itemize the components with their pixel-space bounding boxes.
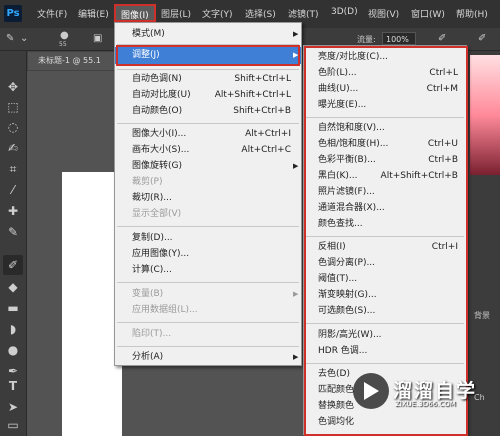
menu-help[interactable]: 帮助(H)	[456, 7, 488, 20]
watermark-url: ZIXUE.3D66.COM	[395, 400, 456, 408]
menu-item-mode[interactable]: 模式(M) ▶	[115, 26, 301, 42]
menu-item-label: 应用数据组(L)...	[132, 305, 198, 315]
menu-item-label: 复制(D)...	[132, 233, 173, 243]
menu-view[interactable]: 视图(V)	[368, 7, 399, 20]
menu-item-label: 图像旋转(G)	[132, 161, 182, 171]
brush-tool-icon[interactable]: ✎	[3, 222, 23, 242]
menu-item-label: 计算(C)...	[132, 265, 172, 275]
menu-item-trim[interactable]: 裁切(R)...	[115, 190, 301, 206]
history-brush-tool-icon[interactable]: ✐	[3, 255, 23, 275]
menu-item-auto-contrast[interactable]: 自动对比度(U) Alt+Shift+Ctrl+L	[115, 87, 301, 103]
menu-separator	[117, 123, 299, 124]
gradient-tool-icon[interactable]: ▬	[3, 298, 23, 318]
menu-item-label: 变量(B)	[132, 289, 164, 299]
airbrush-icon[interactable]: ✐	[438, 33, 446, 44]
menu-image[interactable]: 图像(I)	[114, 4, 156, 22]
menu-separator	[117, 282, 299, 283]
menu-item-label: 裁剪(P)	[132, 177, 163, 187]
menu-image-label: 图像(I)	[121, 11, 149, 21]
marquee-tool-icon[interactable]: ⬚	[3, 97, 23, 117]
menu-separator	[117, 322, 299, 323]
menu-item-image-rotation[interactable]: 图像旋转(G) ▶	[115, 158, 301, 174]
menu-item-label: 画布大小(S)...	[132, 145, 190, 155]
menu-item-duplicate[interactable]: 复制(D)...	[115, 230, 301, 246]
submenu-arrow-icon: ▶	[293, 353, 299, 361]
menu-type[interactable]: 文字(Y)	[202, 7, 233, 20]
brush-tool-icon[interactable]: ✎	[6, 33, 14, 44]
menu-item-label: 模式(M)	[132, 29, 165, 39]
shape-tool-icon[interactable]: ▭	[3, 415, 23, 435]
type-tool-icon[interactable]: T	[3, 376, 23, 396]
play-icon	[364, 382, 379, 400]
watermark-title: 溜溜自学	[393, 380, 478, 402]
lasso-tool-icon[interactable]: ◌	[3, 117, 23, 137]
menu-item-shortcut: Shift+Ctrl+L	[234, 74, 291, 84]
menu-item-label: 显示全部(V)	[132, 209, 182, 219]
menu-separator	[117, 69, 299, 70]
menu-item-variables[interactable]: 变量(B) ▶	[115, 286, 301, 302]
menu-item-label: 分析(A)	[132, 352, 164, 362]
brush-preset-icon[interactable]: ●	[60, 30, 69, 41]
menu-item-analysis[interactable]: 分析(A) ▶	[115, 349, 301, 365]
menu-item-shortcut: Alt+Ctrl+C	[241, 145, 291, 155]
layer-label: 背景	[474, 311, 490, 320]
brush-panel-icon[interactable]: ▣	[93, 33, 102, 44]
menu-layer[interactable]: 图层(L)	[161, 7, 191, 20]
image-menu: 模式(M) ▶ 调整(J) ▶ 自动色调(N) Shift+Ctrl+L 自动对…	[114, 22, 302, 366]
menu-item-shortcut: Shift+Ctrl+B	[233, 106, 291, 116]
submenu-arrow-icon: ▶	[293, 290, 299, 298]
menu-item-label: 裁切(R)...	[132, 193, 172, 203]
menu-item-apply-data-set[interactable]: 应用数据组(L)...	[115, 302, 301, 318]
menu-item-shortcut: Alt+Ctrl+I	[245, 129, 291, 139]
move-tool-icon[interactable]: ✥	[3, 77, 23, 97]
menu-item-auto-tone[interactable]: 自动色调(N) Shift+Ctrl+L	[115, 71, 301, 87]
submenu-arrow-icon: ▶	[293, 162, 299, 170]
flow-label: 流量:	[357, 35, 376, 44]
path-select-tool-icon[interactable]: ➤	[3, 397, 23, 417]
menu-item-label: 自动颜色(O)	[132, 106, 183, 116]
menu-item-label: 陷印(T)...	[132, 329, 172, 339]
dodge-tool-icon[interactable]: ●	[3, 340, 23, 360]
menu-3d[interactable]: 3D(D)	[331, 7, 358, 17]
menu-file[interactable]: 文件(F)	[37, 7, 67, 20]
pressure-icon[interactable]: ✐	[478, 33, 486, 44]
menu-filter[interactable]: 滤镜(T)	[288, 7, 319, 20]
menu-item-label: 图像大小(I)...	[132, 129, 187, 139]
chevron-down-icon[interactable]: ⌄	[20, 33, 28, 44]
crop-tool-icon[interactable]: ⌗	[3, 159, 23, 179]
tools-panel: ✥ ⬚ ◌ ✍ ⌗ ⁄ ✚ ✎ ✐ ◆ ▬ ◗ ● ✒ T ➤ ▭	[0, 51, 27, 436]
menu-item-apply-image[interactable]: 应用图像(Y)...	[115, 246, 301, 262]
blur-tool-icon[interactable]: ◗	[3, 319, 23, 339]
healing-brush-tool-icon[interactable]: ✚	[3, 201, 23, 221]
annotation-box	[116, 45, 300, 66]
menu-item-shortcut: Alt+Shift+Ctrl+L	[214, 90, 291, 100]
menu-separator	[117, 346, 299, 347]
menu-item-label: 应用图像(Y)...	[132, 249, 190, 259]
menu-item-auto-color[interactable]: 自动颜色(O) Shift+Ctrl+B	[115, 103, 301, 119]
brush-size-value: 55	[59, 41, 67, 48]
menu-item-canvas-size[interactable]: 画布大小(S)... Alt+Ctrl+C	[115, 142, 301, 158]
document-canvas[interactable]	[62, 172, 122, 436]
menu-select[interactable]: 选择(S)	[245, 7, 276, 20]
menu-window[interactable]: 窗口(W)	[411, 7, 445, 20]
flow-input[interactable]: 100%	[382, 32, 416, 45]
menu-item-image-size[interactable]: 图像大小(I)... Alt+Ctrl+I	[115, 126, 301, 142]
menu-item-trap[interactable]: 陷印(T)...	[115, 326, 301, 342]
menu-item-crop[interactable]: 裁剪(P)	[115, 174, 301, 190]
menu-separator	[117, 226, 299, 227]
color-picker-field[interactable]	[470, 55, 500, 175]
eyedropper-tool-icon[interactable]: ⁄	[3, 180, 23, 200]
menu-item-calculations[interactable]: 计算(C)...	[115, 262, 301, 278]
submenu-arrow-icon: ▶	[293, 30, 299, 38]
menu-item-label: 自动色调(N)	[132, 74, 182, 84]
menu-item-reveal-all[interactable]: 显示全部(V)	[115, 206, 301, 222]
eraser-tool-icon[interactable]: ◆	[3, 277, 23, 297]
menu-item-label: 自动对比度(U)	[132, 90, 191, 100]
menu-edit[interactable]: 编辑(E)	[78, 7, 109, 20]
quick-select-tool-icon[interactable]: ✍	[3, 138, 23, 158]
document-tab[interactable]: 未标题-1 @ 55.1	[28, 52, 114, 70]
photoshop-logo-icon: Ps	[4, 5, 22, 22]
